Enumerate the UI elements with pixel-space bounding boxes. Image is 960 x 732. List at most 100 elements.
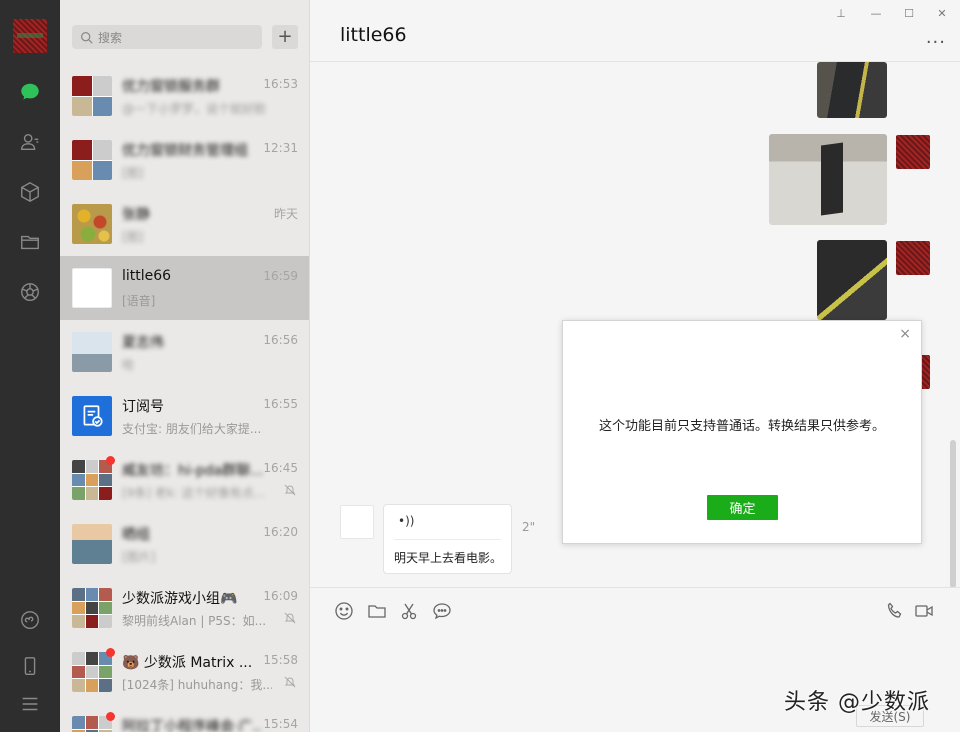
minimize-button[interactable]: —	[865, 4, 887, 22]
chat-time: 15:54	[263, 717, 298, 731]
dialog-message: 这个功能目前只支持普通话。转换结果只供参考。	[598, 419, 885, 434]
voice-wave-icon: •))	[398, 514, 415, 528]
avatar	[72, 332, 112, 372]
subscription-icon	[72, 396, 112, 436]
search-input[interactable]: 搜索	[72, 25, 262, 49]
chat-header: little66 ···	[310, 0, 960, 62]
maximize-button[interactable]: ☐	[898, 4, 920, 22]
chat-preview: [9条] 老k: 这个好像有点...	[122, 486, 266, 500]
avatar	[72, 268, 112, 308]
my-avatar[interactable]	[13, 19, 47, 53]
my-avatar[interactable]	[896, 241, 930, 275]
voice-duration: 2"	[522, 520, 536, 534]
folder-icon[interactable]	[18, 230, 42, 254]
list-item-active[interactable]: little66 16:59 [语音]	[60, 256, 309, 320]
nav-rail	[0, 0, 60, 732]
list-item[interactable]: 优力窗锁财务管理组 12:31 [图]	[60, 128, 309, 192]
more-options-button[interactable]: ···	[926, 34, 946, 52]
miniprogram-icon[interactable]	[18, 608, 42, 632]
chat-preview: @一下小罗罗，说个就好脸	[122, 102, 267, 116]
chat-preview: [语音]	[122, 294, 156, 308]
list-item[interactable]: 威友坊：hi-pda群聊... 16:45 [9条] 老k: 这个好像有点...	[60, 448, 309, 512]
contact-avatar[interactable]	[340, 505, 374, 539]
chat-name: 张静	[122, 207, 150, 223]
video-call-icon[interactable]	[914, 601, 934, 621]
bubble-divider	[394, 539, 501, 540]
image-message[interactable]	[817, 240, 887, 320]
unread-dot	[106, 648, 115, 657]
avatar	[72, 524, 112, 564]
list-item[interactable]: 优力窗锁服务群 16:53 @一下小罗罗，说个就好脸	[60, 64, 309, 128]
chat-preview: 哈	[122, 358, 135, 372]
list-item[interactable]: 🐻 少数派 Matrix ... 15:58 [1024条] huhuhang：…	[60, 640, 309, 704]
chat-title: little66	[340, 24, 407, 46]
chat-preview: [1024条] huhuhang：我...	[122, 678, 272, 692]
list-item[interactable]: 张静 昨天 [图]	[60, 192, 309, 256]
notice-dialog: × 这个功能目前只支持普通话。转换结果只供参考。 确定	[562, 320, 922, 544]
chat-time: 16:56	[263, 333, 298, 347]
watermark: 头条 @少数派	[784, 690, 930, 715]
voice-message[interactable]: •)) 明天早上去看电影。	[383, 504, 512, 574]
phone-icon[interactable]	[18, 654, 42, 678]
chat-icon[interactable]	[18, 80, 42, 104]
mute-icon	[284, 676, 296, 688]
search-placeholder: 搜索	[98, 30, 123, 45]
scrollbar[interactable]	[950, 440, 956, 588]
chat-preview: 支付宝: 朋友们给大家提...	[122, 422, 262, 436]
favorites-icon[interactable]	[18, 180, 42, 204]
unread-dot	[106, 456, 115, 465]
chat-name: 阿拉丁小程序峰会·广...	[122, 719, 262, 732]
emoji-icon[interactable]	[334, 601, 354, 621]
list-item[interactable]: 夏志伟 16:56 哈	[60, 320, 309, 384]
chat-bubble-icon[interactable]	[432, 601, 452, 621]
mute-icon	[284, 612, 296, 624]
search-icon	[81, 31, 93, 44]
list-item[interactable]: 订阅号 16:55 支付宝: 朋友们给大家提...	[60, 384, 309, 448]
chat-name: 订阅号	[122, 399, 164, 415]
group-avatar	[72, 460, 112, 500]
chat-time: 16:20	[263, 525, 298, 539]
dialog-close-button[interactable]: ×	[899, 327, 911, 341]
chat-name: 晒组	[122, 527, 150, 543]
chat-time: 16:45	[263, 461, 298, 475]
chat-time: 15:58	[263, 653, 298, 667]
unread-dot	[106, 712, 115, 721]
chat-name: 🐻 少数派 Matrix ...	[122, 655, 253, 671]
folder-icon[interactable]	[367, 601, 387, 621]
chat-name: 优力窗锁服务群	[122, 79, 220, 95]
chat-time: 16:55	[263, 397, 298, 411]
contacts-icon[interactable]	[18, 130, 42, 154]
group-avatar	[72, 76, 112, 116]
chat-time: 16:09	[263, 589, 298, 603]
chat-preview: [图]	[122, 230, 144, 244]
moments-icon[interactable]	[18, 280, 42, 304]
add-chat-button[interactable]: +	[272, 25, 298, 49]
close-window-button[interactable]: ✕	[931, 4, 953, 22]
group-avatar	[72, 652, 112, 692]
menu-icon[interactable]	[18, 692, 42, 716]
chat-time: 16:53	[263, 77, 298, 91]
pin-icon[interactable]: ⊥	[830, 4, 852, 22]
chat-panel: little66 ··· ⊥ — ☐ ✕ •)) 明天早上去看电影。 2" 发送…	[310, 0, 960, 732]
group-avatar	[72, 588, 112, 628]
chat-name: little66	[122, 268, 172, 284]
chat-preview: [图]	[122, 166, 144, 180]
my-avatar[interactable]	[896, 135, 930, 169]
confirm-button[interactable]: 确定	[707, 495, 778, 520]
group-avatar	[72, 140, 112, 180]
chat-preview: [图片]	[122, 550, 156, 564]
list-item[interactable]: 阿拉丁小程序峰会·广... 15:54	[60, 704, 309, 732]
chat-name: 威友坊：hi-pda群聊...	[122, 463, 262, 479]
chat-name: 少数派游戏小组🎮	[122, 591, 238, 607]
chat-time: 昨天	[273, 207, 298, 221]
voice-call-icon[interactable]	[885, 601, 905, 621]
mute-icon	[284, 484, 296, 496]
voice-transcript: 明天早上去看电影。	[394, 551, 503, 565]
scissors-icon[interactable]	[399, 601, 419, 621]
image-message[interactable]	[817, 62, 887, 118]
image-message[interactable]	[769, 134, 887, 225]
chat-preview: 黎明前线Alan | P5S：如...	[122, 614, 267, 628]
list-item[interactable]: 晒组 16:20 [图片]	[60, 512, 309, 576]
chat-name: 优力窗锁财务管理组	[122, 143, 248, 159]
list-item[interactable]: 少数派游戏小组🎮 16:09 黎明前线Alan | P5S：如...	[60, 576, 309, 640]
